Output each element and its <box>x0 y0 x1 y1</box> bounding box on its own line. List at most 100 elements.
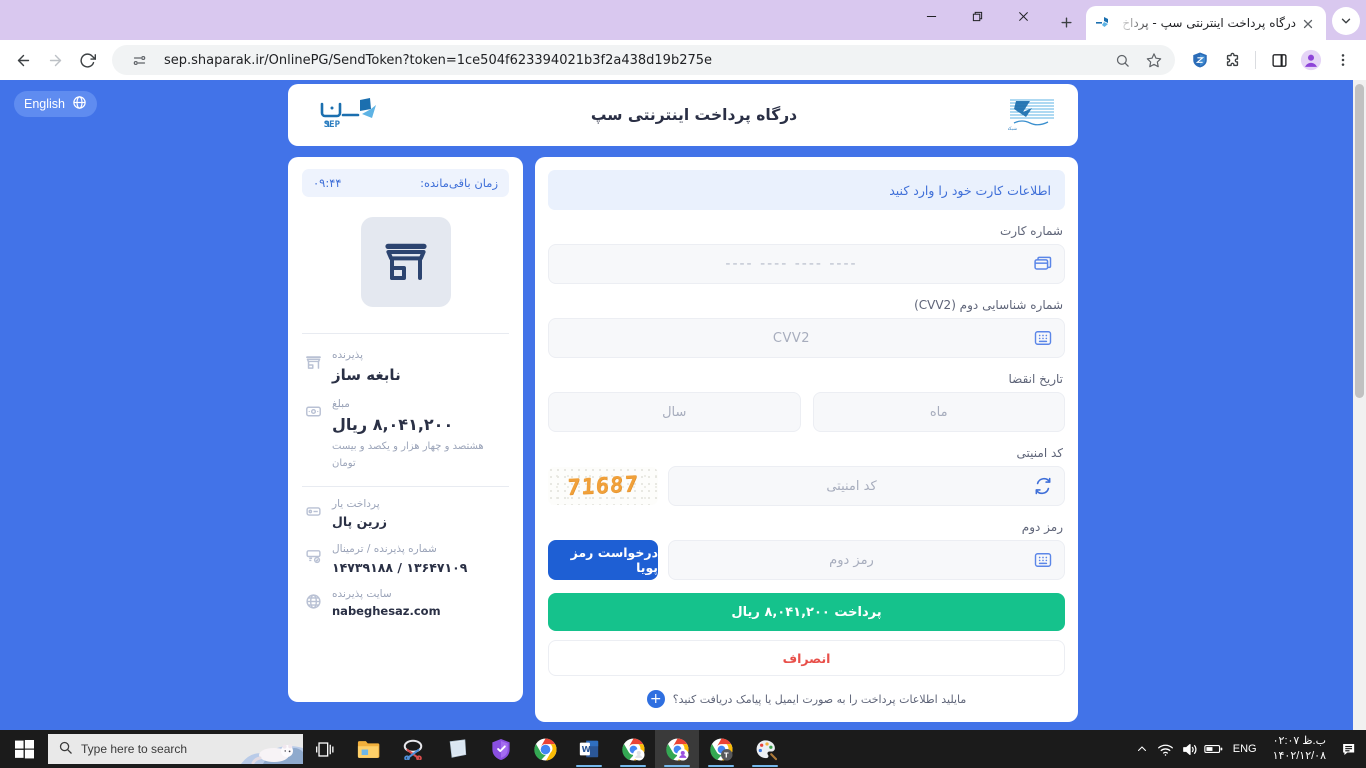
info-value: نابغه ساز <box>332 365 401 384</box>
plus-icon[interactable]: + <box>646 690 665 708</box>
info-value[interactable]: nabeghesaz.com <box>332 603 509 621</box>
taskbar-apps: W T <box>347 730 787 768</box>
form-banner: اطلاعات کارت خود را وارد کنید <box>548 170 1065 210</box>
address-bar[interactable]: sep.shaparak.ir/OnlinePG/SendToken?token… <box>112 45 1175 75</box>
extensions-icon[interactable] <box>1217 45 1247 75</box>
input-language[interactable]: ENG <box>1227 742 1263 757</box>
tab-strip: درگاه پرداخت اینترنتی سپ - پرداخ <box>0 0 1366 40</box>
card-number-input[interactable]: ---- ---- ---- ---- <box>548 244 1065 284</box>
scrollbar-thumb[interactable] <box>1355 84 1364 398</box>
new-tab-button[interactable] <box>1052 8 1080 36</box>
side-panel-icon[interactable] <box>1264 45 1294 75</box>
keypad-icon[interactable] <box>1032 327 1054 349</box>
chevron-up-icon[interactable] <box>1131 730 1153 768</box>
chrome-menu-icon[interactable] <box>1328 45 1358 75</box>
windows-start-icon[interactable] <box>0 730 48 768</box>
page-viewport: English شبک درگاه پرداخت اینترنتی سپ SEP… <box>0 80 1366 730</box>
tab-search-button[interactable] <box>1332 7 1360 35</box>
terminal-check-icon <box>302 541 322 569</box>
clock[interactable]: ۰۲:۰۷ ب.ظ ۱۴۰۲/۱۲/۰۸ <box>1265 734 1334 764</box>
expiry-inputs: ماه سال <box>548 392 1065 432</box>
back-icon[interactable] <box>8 45 38 75</box>
reload-icon[interactable] <box>72 45 102 75</box>
omnibox-actions <box>1107 45 1169 75</box>
running-indicator <box>708 764 734 767</box>
refresh-icon[interactable] <box>1032 475 1054 497</box>
expiry-month-placeholder: ماه <box>929 404 948 420</box>
battery-icon[interactable] <box>1203 730 1225 768</box>
profile-avatar-icon[interactable] <box>1296 45 1326 75</box>
card-number-label: شماره کارت <box>999 224 1063 238</box>
browser-tab[interactable]: درگاه پرداخت اینترنتی سپ - پرداخ <box>1086 6 1326 40</box>
bookmark-star-icon[interactable] <box>1139 45 1169 75</box>
minimize-icon[interactable] <box>908 0 954 32</box>
info-body: پذیرنده نابغه ساز <box>332 347 509 387</box>
info-value: زرین پال <box>332 514 387 530</box>
timer-value: ۰۹:۴۴ <box>313 176 342 190</box>
payment-page: شبکه الکترونیکی پرداخت کارت درگاه پرداخت… <box>288 80 1078 722</box>
sticky-notes-icon[interactable] <box>435 730 479 768</box>
page-header: شبکه الکترونیکی پرداخت کارت درگاه پرداخت… <box>288 84 1078 146</box>
info-row-amount: مبلغ ۸,۰۴۱,۲۰۰ ریال هشتصد و چهار هزار و … <box>302 387 509 472</box>
paint-icon[interactable] <box>743 730 787 768</box>
request-dynamic-password-button[interactable]: درخواست رمز پویا <box>548 540 658 580</box>
expiry-month-input[interactable]: ماه <box>812 392 1065 432</box>
file-explorer-icon[interactable] <box>347 730 391 768</box>
info-sub: هشتصد و چهار هزار و یکصد و بیست تومان <box>332 440 484 469</box>
info-value: ۱۳۶۴۷۱۰۹ / ۱۴۷۳۹۱۸۸ <box>332 559 468 575</box>
page-body: اطلاعات کارت خود را وارد کنید شماره کارت… <box>288 157 1078 722</box>
captcha-input[interactable]: کد امنیتی <box>668 466 1065 506</box>
language-toggle-button[interactable]: English <box>14 91 97 117</box>
clock-time: ۰۲:۰۷ ب.ظ <box>1272 735 1326 748</box>
chrome-profile-icon[interactable] <box>611 730 655 768</box>
task-view-icon[interactable] <box>303 730 347 768</box>
restore-icon[interactable] <box>954 0 1000 32</box>
chrome-profile-t-icon[interactable]: T <box>699 730 743 768</box>
cancel-button[interactable]: انصراف <box>548 640 1065 676</box>
svg-text:W: W <box>582 744 591 754</box>
wifi-icon[interactable] <box>1155 730 1177 768</box>
captcha-image[interactable]: 71687 <box>548 467 658 505</box>
browser-toolbar: sep.shaparak.ir/OnlinePG/SendToken?token… <box>0 40 1366 80</box>
sep-logo: SEP ٦ <box>310 96 380 134</box>
store-icon <box>302 347 322 375</box>
info-row-website: سایت پذیرنده nabeghesaz.com <box>302 577 509 621</box>
sep-favicon <box>1094 15 1110 31</box>
captcha-image-text: 71687 <box>566 471 640 501</box>
zenmate-extension-icon[interactable] <box>1185 45 1215 75</box>
info-label: پذیرنده <box>332 349 364 361</box>
language-label: English <box>24 97 65 111</box>
cvv2-input[interactable]: CVV2 <box>548 318 1065 358</box>
notification-icon[interactable] <box>1336 730 1362 768</box>
field-expiry: تاریخ انقضا ماه سال <box>548 372 1065 432</box>
windows-security-icon[interactable] <box>479 730 523 768</box>
volume-icon[interactable] <box>1179 730 1201 768</box>
windows-taskbar: Type here to search W T ENG ۰۲:۰۷ ب.ظ ۱۴… <box>0 730 1366 768</box>
otp-input[interactable]: رمز دوم <box>668 540 1065 580</box>
forward-icon[interactable] <box>40 45 70 75</box>
search-input[interactable]: Type here to search <box>48 734 303 764</box>
merchant-info-panel: زمان باقی‌مانده: ۰۹:۴۴ <box>288 157 523 702</box>
page-scrollbar[interactable] <box>1353 80 1366 730</box>
keypad-icon[interactable] <box>1032 549 1054 571</box>
running-indicator <box>620 764 646 767</box>
expiry-year-input[interactable]: سال <box>548 392 801 432</box>
close-icon[interactable] <box>1302 15 1318 31</box>
field-otp: رمز دوم رمز دوم درخواست رمز پویا <box>548 520 1065 580</box>
cvv2-label: شماره شناسایی دوم (CVV2) <box>914 298 1063 312</box>
store-icon <box>384 243 427 280</box>
captcha-placeholder: کد امنیتی <box>826 478 877 494</box>
site-info-icon[interactable] <box>124 45 154 75</box>
captcha-label: کد امنیتی <box>1016 446 1063 460</box>
zoom-icon[interactable] <box>1107 45 1137 75</box>
info-body: سایت پذیرنده nabeghesaz.com <box>332 586 509 621</box>
pay-button[interactable]: پرداخت ۸,۰۴۱,۲۰۰ ریال <box>548 593 1065 631</box>
window-controls <box>908 0 1046 40</box>
word-icon[interactable]: W <box>567 730 611 768</box>
chrome-icon[interactable] <box>523 730 567 768</box>
chrome-profile-active-icon[interactable] <box>655 730 699 768</box>
window-close-icon[interactable] <box>1000 0 1046 32</box>
svg-text:T: T <box>723 751 728 759</box>
snipping-tool-icon[interactable] <box>391 730 435 768</box>
info-label: پرداخت یار <box>332 497 380 510</box>
